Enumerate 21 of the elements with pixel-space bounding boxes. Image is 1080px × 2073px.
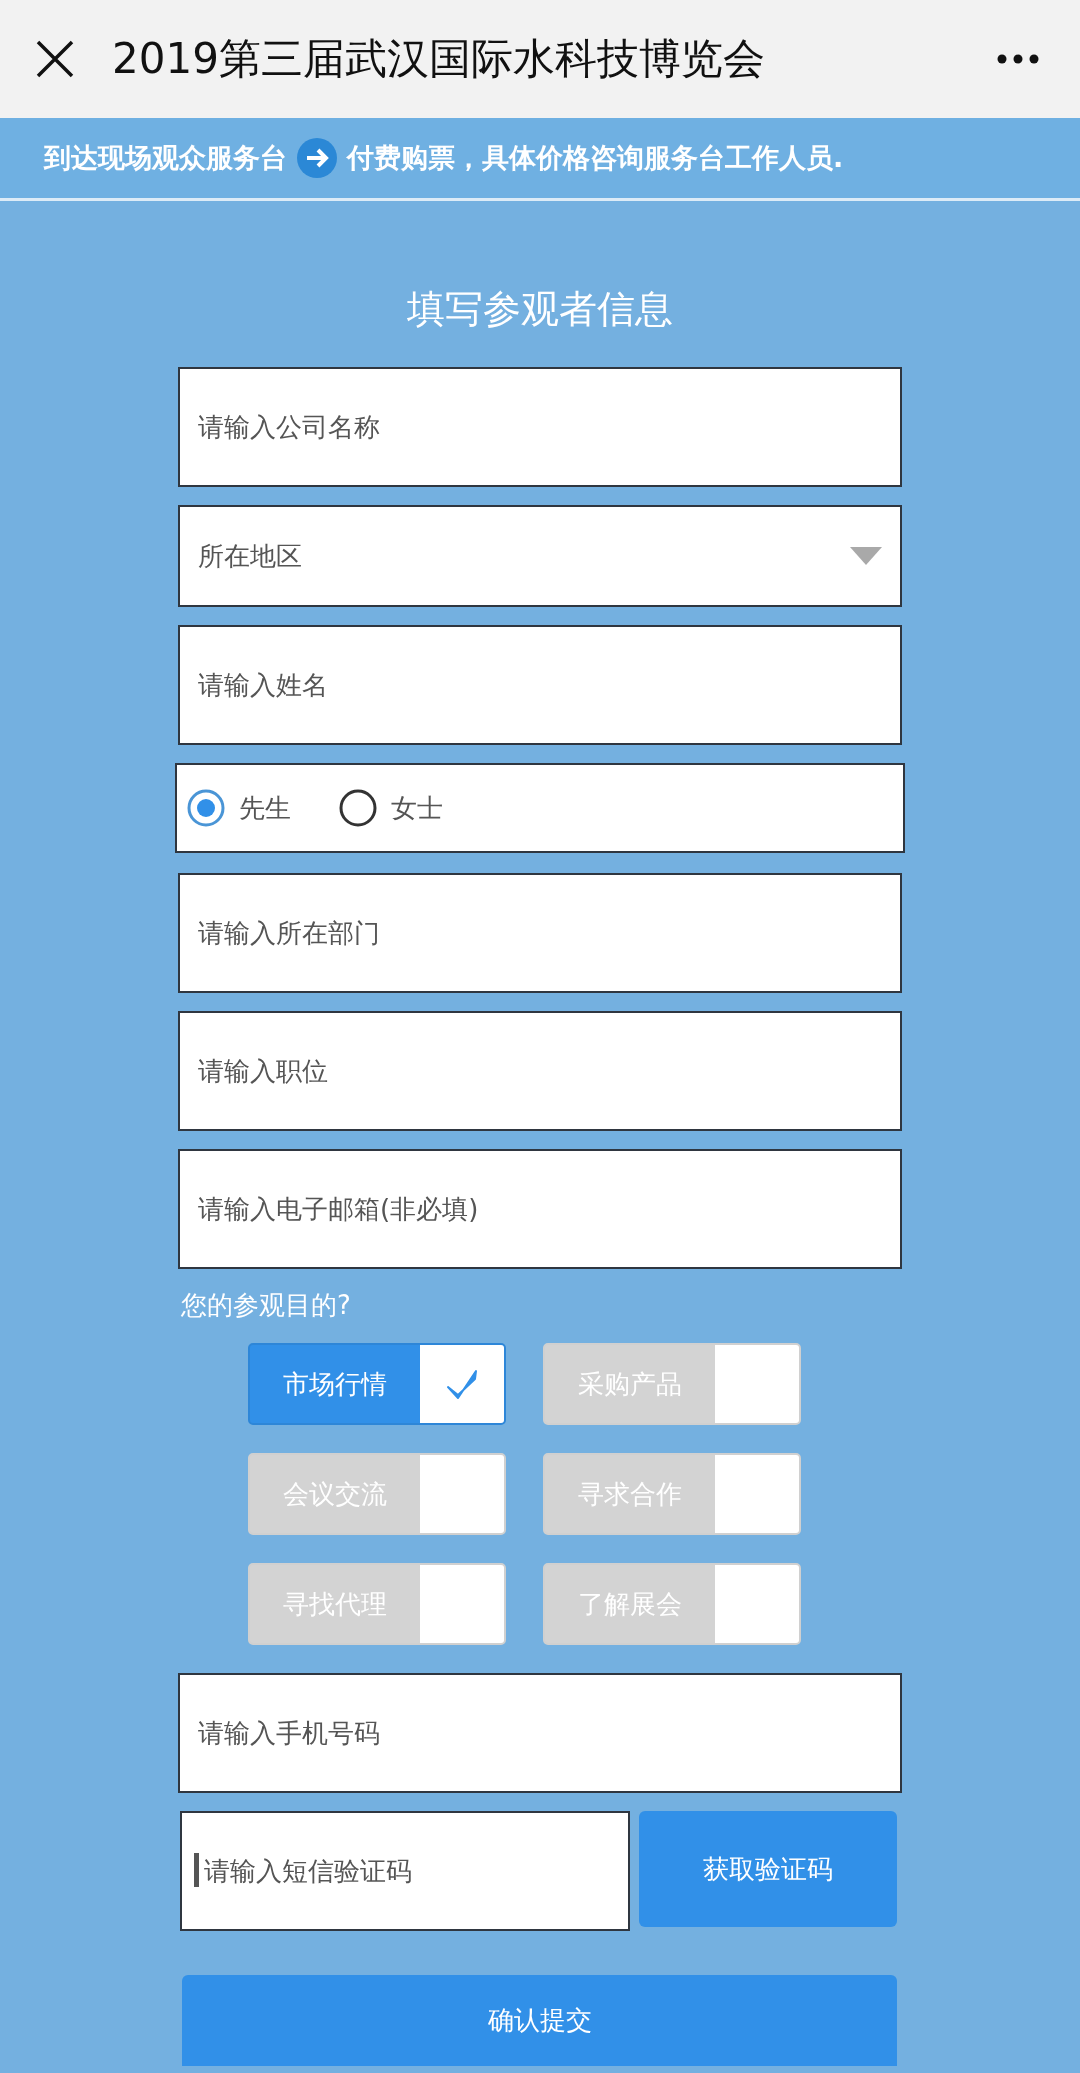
page-title: 2019第三届武汉国际水科技博览会 bbox=[112, 33, 766, 85]
notice-text: 付费购票，具体价格咨询服务台工作人员. bbox=[347, 141, 844, 175]
input-field[interactable]: 请输入姓名 bbox=[178, 625, 902, 745]
more-icon[interactable] bbox=[996, 53, 1040, 65]
radio-option[interactable]: 先生 bbox=[187, 789, 291, 827]
close-icon[interactable] bbox=[36, 40, 74, 78]
caret-icon bbox=[850, 547, 882, 565]
input-field[interactable]: 请输入电子邮箱(非必填) bbox=[178, 1149, 902, 1269]
phone-field[interactable]: 请输入手机号码 bbox=[178, 1673, 902, 1793]
radio-option[interactable]: 女士 bbox=[339, 789, 443, 827]
input-field[interactable]: 请输入公司名称 bbox=[178, 367, 902, 487]
submit-button[interactable]: 确认提交 bbox=[182, 1975, 897, 2066]
region-dropdown[interactable]: 所在地区 bbox=[178, 505, 902, 607]
input-field[interactable]: 请输入职位 bbox=[178, 1011, 902, 1131]
code-field[interactable]: 请输入短信验证码 bbox=[180, 1811, 630, 1931]
purpose-toggle[interactable]: 市场行情 bbox=[248, 1343, 506, 1425]
get-code-button[interactable]: 获取验证码 bbox=[639, 1811, 897, 1927]
input-field[interactable]: 请输入所在部门 bbox=[178, 873, 902, 993]
question-label: 您的参观目的? bbox=[181, 1289, 352, 1322]
notice-text: 到达现场观众服务台 bbox=[44, 141, 287, 175]
form-heading: 填写参观者信息 bbox=[406, 286, 674, 333]
